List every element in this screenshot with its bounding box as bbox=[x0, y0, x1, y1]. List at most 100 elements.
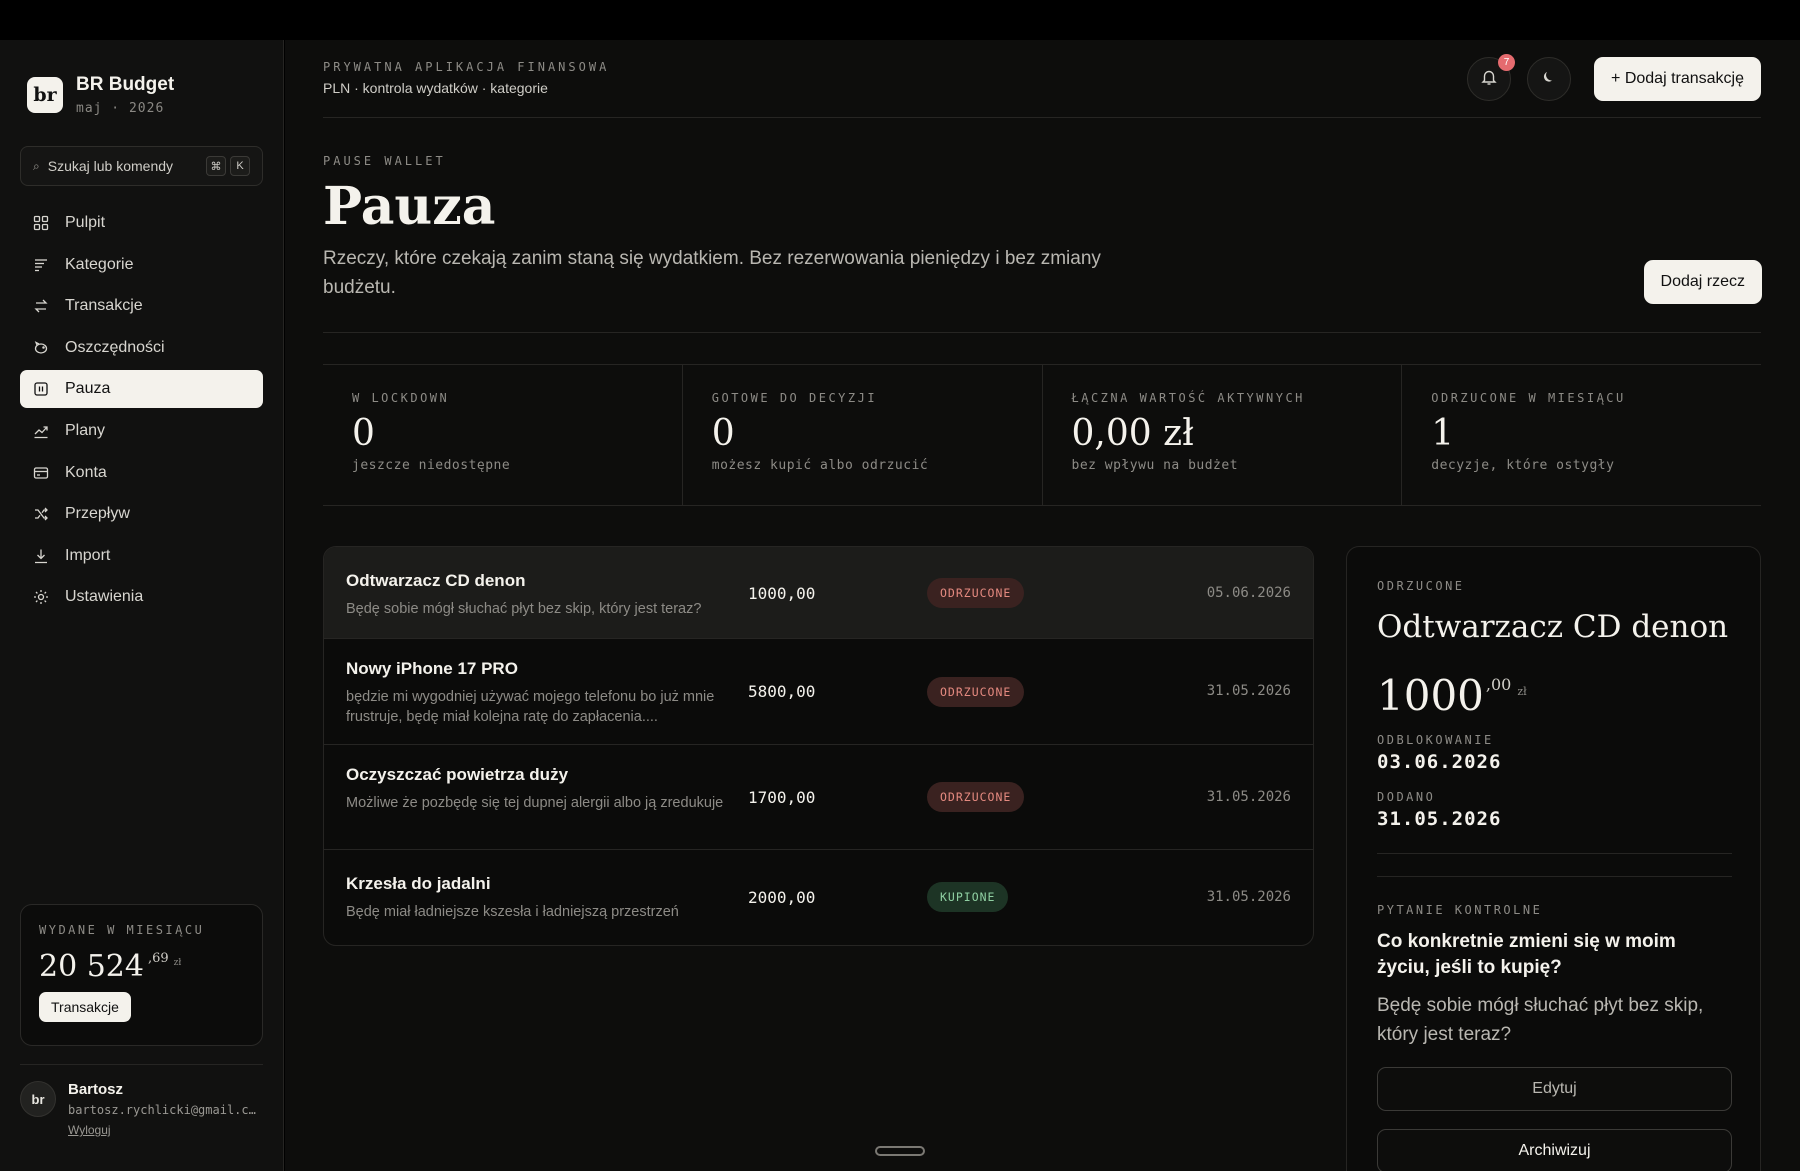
bell-icon bbox=[1480, 68, 1498, 91]
edit-button[interactable]: Edytuj bbox=[1377, 1067, 1732, 1111]
item-date: 31.05.2026 bbox=[1206, 889, 1291, 905]
item-description: Będę sobie mógł słuchać płyt bez skip, k… bbox=[346, 601, 702, 617]
spend-amount: 20 524 bbox=[39, 949, 144, 984]
spend-label: WYDANE W MIESIĄCU bbox=[39, 923, 205, 937]
search-placeholder: Szukaj lub komendy bbox=[47, 158, 174, 174]
sidebar-item-label: Kategorie bbox=[65, 255, 134, 273]
brand-logo: br bbox=[27, 77, 63, 113]
sidebar-item-przeplyw[interactable]: Przepływ bbox=[20, 495, 263, 533]
item-title: Odtwarzacz CD denon bbox=[346, 571, 526, 590]
sidebar-item-label: Pauza bbox=[65, 380, 111, 398]
sidebar-item-kategorie[interactable]: Kategorie bbox=[20, 246, 263, 284]
list-item[interactable]: Oczyszczać powietrza duży Możliwe że poz… bbox=[324, 745, 1313, 850]
unlock-label: ODBLOKOWANIE bbox=[1377, 733, 1494, 747]
stat-subtext: możesz kupić albo odrzucić bbox=[711, 458, 929, 473]
stat-label: GOTOWE DO DECYZJI bbox=[711, 391, 878, 405]
status-badge: ODRZUCONE bbox=[927, 782, 1025, 812]
item-date: 05.06.2026 bbox=[1206, 585, 1291, 601]
detail-amount: 1000 bbox=[1377, 671, 1484, 720]
piggy-bank-icon bbox=[33, 340, 49, 356]
brand[interactable]: br BR Budget maj · 2026 bbox=[27, 74, 174, 116]
spend-amount-decimal: ,69 bbox=[147, 951, 169, 966]
divider bbox=[323, 332, 1761, 333]
header-eyebrow: PRYWATNA APLIKACJA FINANSOWA bbox=[323, 60, 610, 74]
shortcut-mod-key: ⌘ bbox=[206, 156, 226, 176]
monthly-spend-card: WYDANE W MIESIĄCU 20 524 ,69 zł Transakc… bbox=[20, 904, 263, 1046]
sidebar-item-label: Przepływ bbox=[65, 505, 130, 523]
detail-title: Odtwarzacz CD denon bbox=[1377, 609, 1729, 645]
search-icon: ⌕ bbox=[33, 158, 40, 173]
sidebar-item-ustawienia[interactable]: Ustawienia bbox=[20, 578, 263, 616]
search-input[interactable]: ⌕ Szukaj lub komendy ⌘ K bbox=[20, 146, 263, 186]
stat-ready: GOTOWE DO DECYZJI 0 możesz kupić albo od… bbox=[683, 365, 1043, 505]
spend-currency: zł bbox=[173, 958, 182, 968]
archive-button[interactable]: Archiwizuj bbox=[1377, 1129, 1732, 1171]
page-title: Pauza bbox=[323, 176, 496, 237]
scroll-indicator[interactable] bbox=[875, 1146, 925, 1156]
item-description: będzie mi wygodniej używać mojego telefo… bbox=[346, 689, 715, 725]
detail-status: ODRZUCONE bbox=[1377, 579, 1465, 593]
item-description: Możliwe że pozbędę się tej dupnej alergi… bbox=[346, 795, 724, 811]
shuffle-icon bbox=[33, 506, 49, 522]
sidebar-item-oszczednosci[interactable]: Oszczędności bbox=[20, 329, 263, 367]
top-header: PRYWATNA APLIKACJA FINANSOWA PLN · kontr… bbox=[323, 40, 1761, 118]
list-item[interactable]: Nowy iPhone 17 PRO będzie mi wygodniej u… bbox=[324, 639, 1313, 745]
sidebar-item-transakcje[interactable]: Transakcje bbox=[20, 287, 263, 325]
sidebar-item-pauza[interactable]: Pauza bbox=[20, 370, 263, 409]
theme-toggle-button[interactable] bbox=[1527, 57, 1571, 101]
divider bbox=[1377, 876, 1732, 877]
control-answer: Będę sobie mógł słuchać płyt bez skip, k… bbox=[1377, 995, 1704, 1045]
sidebar-item-plany[interactable]: Plany bbox=[20, 412, 263, 450]
window-top-bar bbox=[0, 0, 1800, 40]
stat-value: 0 bbox=[352, 413, 375, 454]
pause-items-list: Odtwarzacz CD denon Będę sobie mógł słuc… bbox=[323, 546, 1314, 946]
sidebar-item-label: Ustawienia bbox=[65, 588, 144, 606]
sidebar-item-konta[interactable]: Konta bbox=[20, 454, 263, 492]
item-date: 31.05.2026 bbox=[1206, 789, 1291, 805]
status-badge: ODRZUCONE bbox=[927, 578, 1025, 608]
user-name: Bartosz bbox=[68, 1081, 124, 1098]
sidebar-item-label: Oszczędności bbox=[65, 338, 165, 356]
stat-rejected: ODRZUCONE W MIESIĄCU 1 decyzje, które os… bbox=[1402, 365, 1761, 505]
gear-icon bbox=[33, 589, 49, 605]
add-item-button[interactable]: Dodaj rzecz bbox=[1643, 260, 1762, 304]
item-description: Będę miał ładniejsze kszesła i ładniejsz… bbox=[346, 904, 679, 920]
stat-label: W LOCKDOWN bbox=[352, 391, 450, 405]
sidebar-item-pulpit[interactable]: Pulpit bbox=[20, 204, 263, 242]
sidebar-item-label: Import bbox=[65, 546, 111, 564]
sidebar: br BR Budget maj · 2026 ⌕ Szukaj lub kom… bbox=[0, 40, 284, 1171]
app-name: BR Budget bbox=[76, 74, 175, 95]
pause-icon bbox=[33, 381, 49, 397]
sidebar-item-import[interactable]: Import bbox=[20, 537, 263, 575]
stat-subtext: bez wpływu na budżet bbox=[1071, 458, 1239, 473]
grid-icon bbox=[33, 215, 49, 231]
item-title: Krzesła do jadalni bbox=[346, 874, 491, 893]
list-item[interactable]: Odtwarzacz CD denon Będę sobie mógł słuc… bbox=[324, 547, 1313, 639]
item-title: Oczyszczać powietrza duży bbox=[346, 765, 569, 784]
header-subtitle: PLN · kontrola wydatków · kategorie bbox=[323, 80, 548, 96]
status-badge: KUPIONE bbox=[927, 882, 1009, 912]
item-date: 31.05.2026 bbox=[1206, 683, 1291, 699]
arrows-swap-icon bbox=[33, 298, 49, 314]
item-amount: 2000,00 bbox=[748, 888, 816, 907]
logout-link[interactable]: Wyloguj bbox=[68, 1123, 263, 1137]
item-title: Nowy iPhone 17 PRO bbox=[346, 659, 518, 678]
moon-icon bbox=[1541, 69, 1557, 90]
divider bbox=[1377, 853, 1732, 854]
added-date: 31.05.2026 bbox=[1377, 808, 1502, 830]
list-item[interactable]: Krzesła do jadalni Będę miał ładniejsze … bbox=[324, 850, 1313, 945]
item-amount: 1000,00 bbox=[748, 584, 816, 603]
stat-label: ŁĄCZNA WARTOŚĆ AKTYWNYCH bbox=[1071, 391, 1305, 405]
control-question: Co konkretnie zmieni się w moim życiu, j… bbox=[1377, 931, 1676, 978]
transactions-button[interactable]: Transakcje bbox=[39, 992, 131, 1022]
item-amount: 5800,00 bbox=[748, 682, 816, 701]
add-transaction-button[interactable]: + Dodaj transakcję bbox=[1594, 57, 1761, 101]
stat-total-value: ŁĄCZNA WARTOŚĆ AKTYWNYCH 0,00 zł bez wpł… bbox=[1043, 365, 1403, 505]
stat-lockdown: W LOCKDOWN 0 jeszcze niedostępne bbox=[323, 365, 683, 505]
sidebar-nav: Pulpit Kategorie Transakcje Oszczędności… bbox=[20, 204, 263, 620]
detail-currency: zł bbox=[1517, 685, 1527, 698]
stats-row: W LOCKDOWN 0 jeszcze niedostępne GOTOWE … bbox=[323, 364, 1761, 506]
notifications-button[interactable]: 7 bbox=[1467, 54, 1515, 101]
avatar[interactable]: br bbox=[20, 1081, 56, 1117]
stat-value: 0,00 zł bbox=[1071, 413, 1194, 454]
